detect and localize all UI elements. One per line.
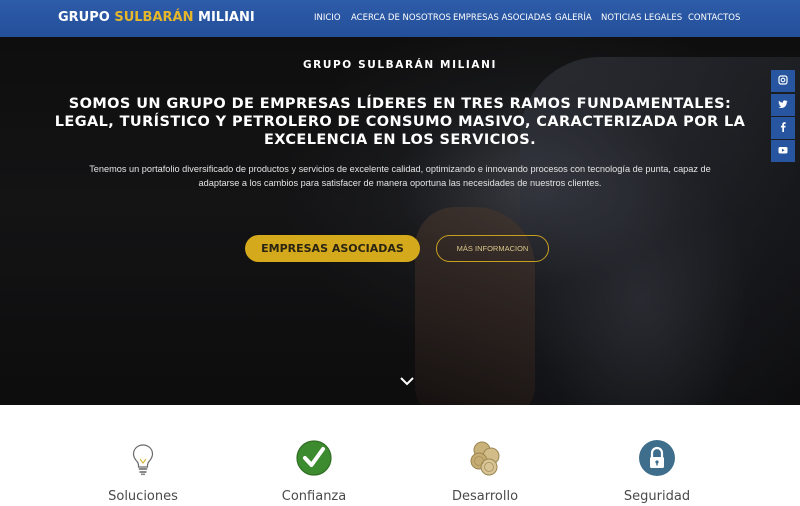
hero-description-line: Tenemos un portafolio diversificado de p…: [89, 164, 711, 174]
brand-word-grupo: GRUPO: [58, 10, 110, 25]
hero-description: Tenemos un portafolio diversificado de p…: [60, 162, 740, 190]
nav-item-empresas[interactable]: EMPRESAS ASOCIADAS: [453, 13, 551, 23]
hero-overlay: [0, 37, 800, 405]
hero-title: SOMOS UN GRUPO DE EMPRESAS LÍDERES EN TR…: [50, 95, 750, 149]
brand-logo[interactable]: GRUPO SULBARÁN MILIANI: [58, 10, 255, 25]
brand-word-sulbaran: SULBARÁN: [114, 10, 194, 25]
nav-item-inicio[interactable]: INICIO: [314, 13, 341, 23]
facebook-icon: [780, 122, 786, 134]
top-navbar: GRUPO SULBARÁN MILIANI INICIO ACERCA DE …: [0, 0, 800, 37]
twitter-icon: [778, 99, 788, 111]
hero-section: GRUPO SULBARÁN MILIANI SOMOS UN GRUPO DE…: [0, 37, 800, 405]
feature-label: Desarrollo: [451, 489, 519, 504]
instagram-icon: [778, 75, 788, 87]
hero-title-line: LEGAL, TURÍSTICO Y PETROLERO DE CONSUMO …: [54, 114, 746, 130]
brand-word-miliani: MILIANI: [198, 10, 255, 25]
facebook-button[interactable]: [771, 117, 795, 139]
feature-confianza: Confianza: [234, 405, 394, 506]
feature-desarrollo: Desarrollo: [405, 405, 565, 506]
checkmark-icon: [294, 439, 334, 479]
youtube-icon: [778, 145, 788, 157]
hero-kicker: GRUPO SULBARÁN MILIANI: [302, 59, 498, 71]
mas-informacion-button[interactable]: MÁS INFORMACION: [436, 235, 549, 262]
chevron-down-icon[interactable]: [398, 373, 416, 387]
feature-seguridad: Seguridad: [577, 405, 737, 506]
feature-soluciones: Soluciones: [63, 405, 223, 506]
feature-label: Seguridad: [623, 489, 691, 504]
hero-title-line: SOMOS UN GRUPO DE EMPRESAS LÍDERES EN TR…: [68, 96, 732, 112]
lock-icon: [637, 439, 677, 479]
nav-item-galeria[interactable]: GALERÍA: [555, 13, 592, 23]
feature-label: Confianza: [281, 489, 347, 504]
coins-icon: [465, 439, 505, 479]
features-section: Soluciones Confianza Desarrollo Segurida…: [0, 405, 800, 506]
empresas-asociadas-button[interactable]: EMPRESAS ASOCIADAS: [245, 235, 420, 262]
nav-item-acerca[interactable]: ACERCA DE NOSOTROS: [351, 13, 451, 23]
hero-description-line: adaptarse a los cambios para satisfacer …: [198, 178, 602, 188]
instagram-button[interactable]: [771, 70, 795, 92]
nav-item-noticias[interactable]: NOTICIAS LEGALES: [601, 13, 682, 23]
lightbulb-icon: [123, 439, 163, 479]
youtube-button[interactable]: [771, 140, 795, 162]
feature-label: Soluciones: [108, 489, 178, 504]
hero-title-line: EXCELENCIA EN LOS SERVICIOS.: [264, 132, 536, 148]
nav-item-contactos[interactable]: CONTACTOS: [688, 13, 740, 23]
twitter-button[interactable]: [771, 94, 795, 116]
